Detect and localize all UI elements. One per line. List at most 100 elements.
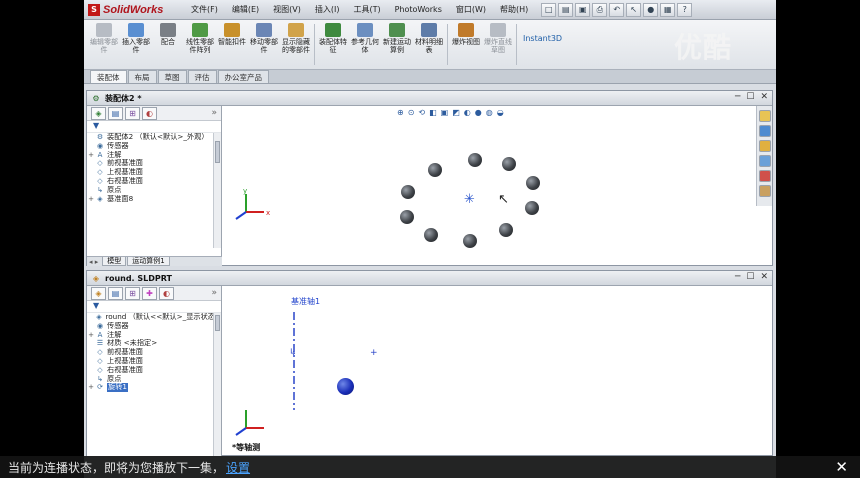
print-icon[interactable]: ⎙ <box>592 2 608 17</box>
dimxpert-tab-icon[interactable]: ✚ <box>142 286 157 300</box>
custom-properties-icon[interactable] <box>758 185 771 197</box>
reference-axis-line[interactable] <box>290 312 298 410</box>
pattern-sphere[interactable] <box>526 176 540 190</box>
instant3d-button[interactable]: Instant3D <box>523 34 562 69</box>
menu-tools[interactable]: 工具(T) <box>346 0 387 20</box>
hide-show-icon[interactable]: ◐ <box>464 108 471 117</box>
display-style-icon[interactable]: ◩ <box>452 108 460 117</box>
ribbon-button-5[interactable]: 移动零部件 <box>249 23 279 69</box>
search-icon[interactable] <box>758 155 771 167</box>
menu-photoworks[interactable]: PhotoWorks <box>388 0 449 20</box>
expand-toggle[interactable]: + <box>87 331 95 340</box>
ribbon-button-4[interactable]: 智能扣件 <box>217 23 247 69</box>
ribbon-button-2[interactable]: 配合 <box>153 23 183 69</box>
zoom-to-fit-icon[interactable]: ⊕ <box>397 108 404 117</box>
edit-appearance-icon[interactable]: ● <box>475 108 482 117</box>
part-graphics-area[interactable]: 基准轴1 ↳ + *等轴测 <box>222 286 772 455</box>
menu-insert[interactable]: 插入(I) <box>308 0 347 20</box>
feature-manager-tab-icon[interactable]: ◈ <box>91 106 106 120</box>
ribbon-button-6[interactable]: 显示隐藏的零部件 <box>281 23 311 69</box>
menu-view[interactable]: 视图(V) <box>266 0 308 20</box>
pattern-sphere[interactable] <box>428 163 442 177</box>
minimize-icon[interactable]: ─ <box>735 272 740 282</box>
maximize-icon[interactable]: ☐ <box>746 92 754 102</box>
expand-panel-icon[interactable]: » <box>211 108 217 118</box>
tab-sketch[interactable]: 草图 <box>157 70 187 83</box>
ribbon-button-8[interactable]: 参考几何体 <box>350 23 380 69</box>
close-icon[interactable]: ✕ <box>760 272 768 282</box>
ribbon-button-3[interactable]: 线性零部件阵列 <box>185 23 215 69</box>
close-icon[interactable]: ✕ <box>835 458 848 476</box>
configuration-manager-tab-icon[interactable]: ⊞ <box>125 286 140 300</box>
design-library-icon[interactable] <box>758 125 771 137</box>
pattern-sphere[interactable] <box>463 234 477 248</box>
tree-item[interactable]: ◇ 上视基准面 <box>87 168 221 177</box>
feature-manager-tab-icon[interactable]: ◈ <box>91 286 106 300</box>
ribbon-button-1[interactable]: 插入零部件 <box>121 23 151 69</box>
tree-item[interactable]: ◇ 前视基准面 <box>87 159 221 168</box>
options-icon[interactable]: ▦ <box>660 2 676 17</box>
minimize-icon[interactable]: ─ <box>735 92 740 102</box>
property-manager-tab-icon[interactable]: ▤ <box>108 286 123 300</box>
tree-item[interactable]: + A 注解 <box>87 331 221 340</box>
tree-item[interactable]: ◉ 传感器 <box>87 322 221 331</box>
maximize-icon[interactable]: ☐ <box>746 272 754 282</box>
previous-view-icon[interactable]: ⟲ <box>418 108 425 117</box>
pattern-sphere[interactable] <box>525 201 539 215</box>
configuration-manager-tab-icon[interactable]: ⊞ <box>125 106 140 120</box>
menu-edit[interactable]: 编辑(E) <box>225 0 266 20</box>
tree-scrollbar[interactable] <box>213 133 221 248</box>
tree-item[interactable]: ◇ 上视基准面 <box>87 357 221 366</box>
tree-item[interactable]: ⚙ 装配体2 （默认<默认>_外观） <box>87 133 221 142</box>
view-settings-icon[interactable]: ◒ <box>497 108 504 117</box>
tab-layout[interactable]: 布局 <box>127 70 157 83</box>
tree-item[interactable]: ◉ 传感器 <box>87 142 221 151</box>
tab-model[interactable]: 模型 <box>102 257 127 266</box>
ribbon-button-10[interactable]: 材料明细表 <box>414 23 444 69</box>
tab-scroll-arrows-icon[interactable]: ◂ ▸ <box>89 258 98 266</box>
pattern-sphere[interactable] <box>499 223 513 237</box>
menu-file[interactable]: 文件(F) <box>184 0 225 20</box>
display-manager-tab-icon[interactable]: ◐ <box>142 106 157 120</box>
tree-item[interactable]: + ⟳ 旋转1 <box>87 383 221 393</box>
zoom-area-icon[interactable]: ⊙ <box>408 108 415 117</box>
tab-office-products[interactable]: 办公室产品 <box>217 70 269 83</box>
app-logo[interactable]: S SolidWorks <box>88 3 174 16</box>
filter-icon[interactable]: ▼ <box>87 301 221 313</box>
scene-icon[interactable]: ◍ <box>486 108 493 117</box>
menu-help[interactable]: 帮助(H) <box>493 0 535 20</box>
undo-icon[interactable]: ↶ <box>609 2 625 17</box>
pattern-sphere[interactable] <box>424 228 438 242</box>
property-manager-tab-icon[interactable]: ▤ <box>108 106 123 120</box>
round-sphere-part[interactable] <box>337 378 354 395</box>
view-orientation-icon[interactable]: ▣ <box>441 108 449 117</box>
tab-evaluate[interactable]: 评估 <box>187 70 217 83</box>
expand-toggle[interactable]: + <box>87 383 95 392</box>
expand-toggle[interactable]: + <box>87 195 95 204</box>
close-icon[interactable]: ✕ <box>760 92 768 102</box>
tree-item[interactable]: ☰ 材质 <未指定> <box>87 339 221 348</box>
tree-item[interactable]: ◇ 右视基准面 <box>87 177 221 186</box>
filter-icon[interactable]: ▼ <box>87 121 221 133</box>
settings-link[interactable]: 设置 <box>226 459 250 476</box>
open-folder-icon[interactable]: ▤ <box>558 2 574 17</box>
display-manager-tab-icon[interactable]: ◐ <box>159 286 174 300</box>
tree-item[interactable]: + A 注解 <box>87 151 221 160</box>
section-view-icon[interactable]: ◧ <box>429 108 437 117</box>
tree-item[interactable]: ↳ 原点 <box>87 186 221 195</box>
ribbon-button-9[interactable]: 新建运动算例 <box>382 23 412 69</box>
expand-panel-icon[interactable]: » <box>211 288 217 298</box>
appearances-icon[interactable] <box>758 170 771 182</box>
tree-scrollbar[interactable] <box>213 313 221 456</box>
ribbon-button-12[interactable]: 爆炸直线草图 <box>483 23 513 69</box>
pattern-sphere[interactable] <box>468 153 482 167</box>
pattern-sphere[interactable] <box>502 157 516 171</box>
assembly-graphics-area[interactable]: ⊕ ⊙ ⟲ ◧ ▣ ◩ ◐ ● ◍ ◒ ✳ ↖ x y <box>222 106 772 265</box>
tab-assembly[interactable]: 装配体 <box>90 70 127 83</box>
tree-item[interactable]: ◇ 右视基准面 <box>87 366 221 375</box>
expand-toggle[interactable]: + <box>87 151 95 160</box>
save-icon[interactable]: ▣ <box>575 2 591 17</box>
pattern-sphere[interactable] <box>401 185 415 199</box>
tree-item[interactable]: ◈ round （默认<<默认>_显示状态> <box>87 313 221 322</box>
ribbon-button-11[interactable]: 爆炸视图 <box>451 23 481 69</box>
